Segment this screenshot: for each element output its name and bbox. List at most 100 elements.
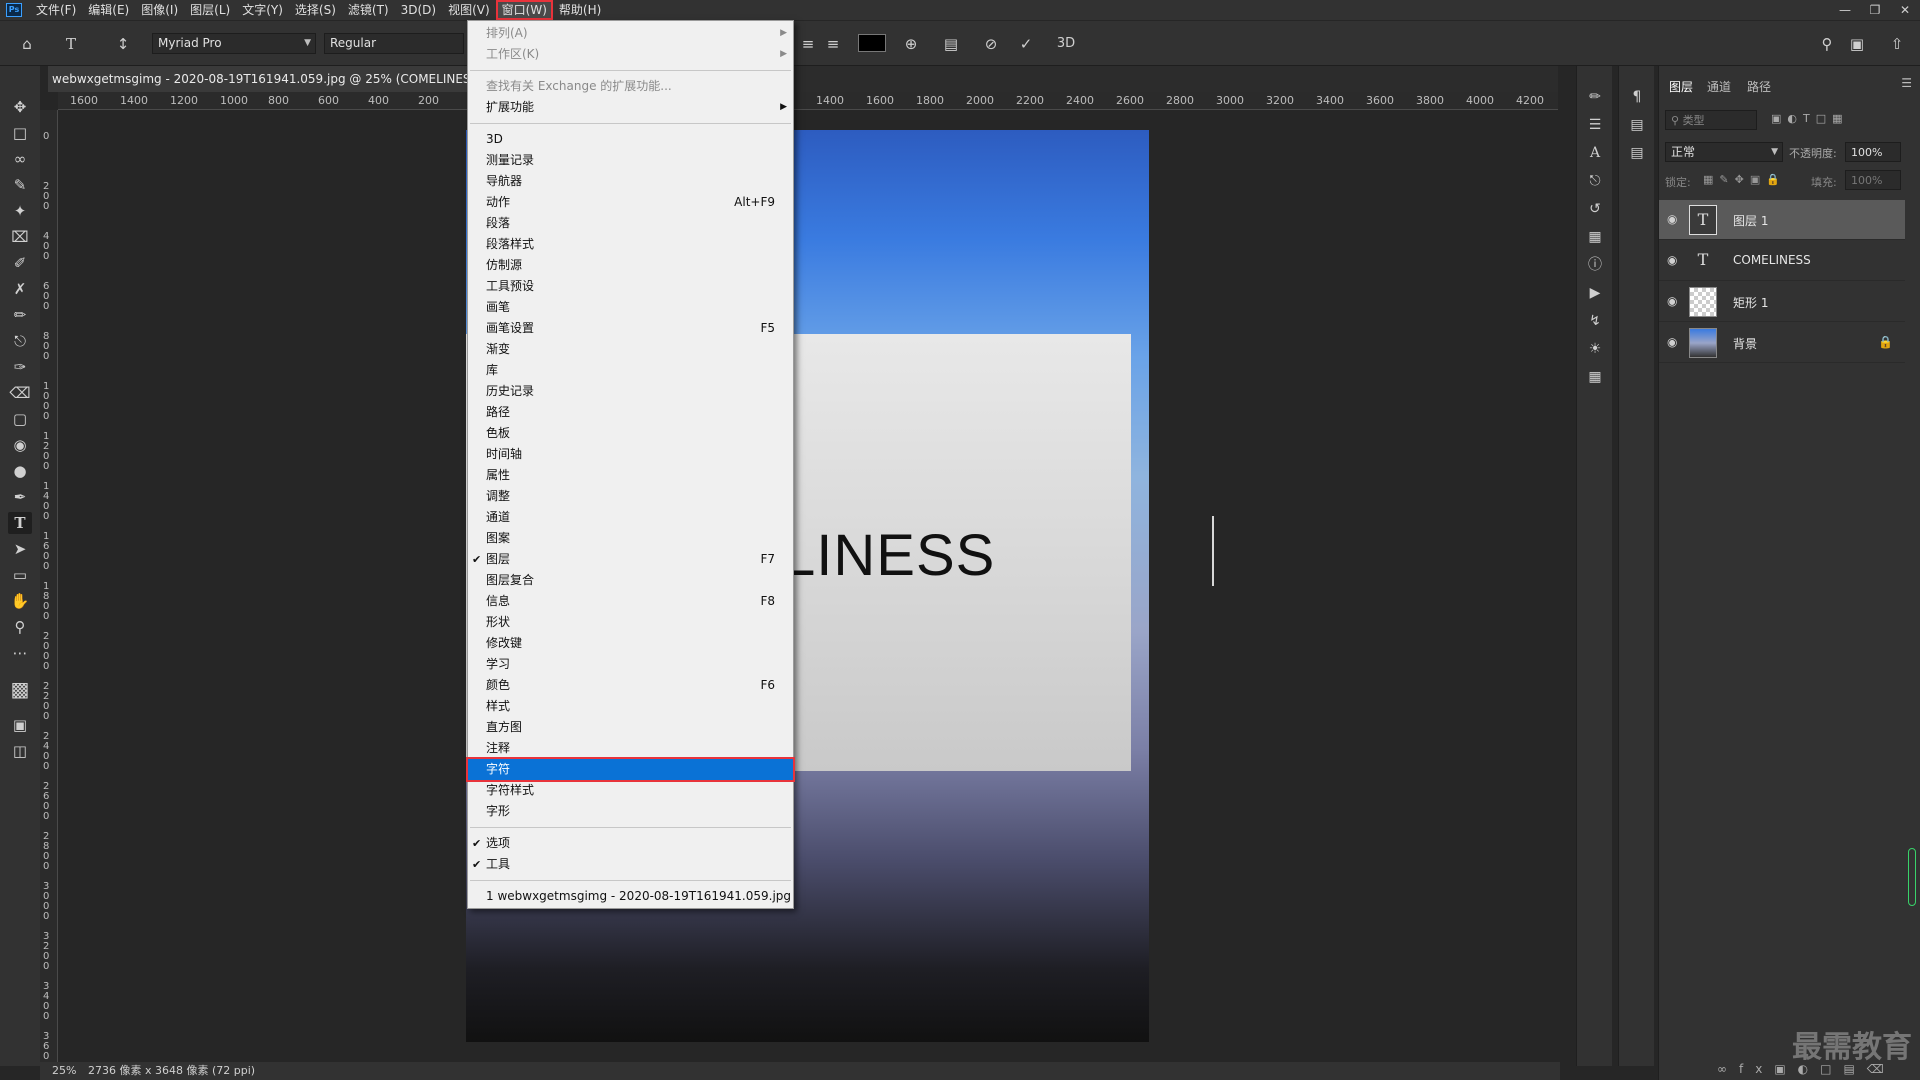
quick-select-tool-icon[interactable]: ✎: [8, 174, 32, 196]
layer-row[interactable]: ◉ 背景 🔒: [1659, 323, 1905, 363]
home-icon[interactable]: ⌂: [16, 33, 38, 55]
clone-source-icon[interactable]: ⎋: [1584, 170, 1606, 192]
menu-item[interactable]: 1 webwxgetmsgimg - 2020-08-19T161941.059…: [468, 886, 793, 907]
notes-icon[interactable]: ▤: [1626, 142, 1648, 164]
menu-item[interactable]: 属性: [468, 465, 793, 486]
opacity-input[interactable]: 100%: [1845, 142, 1901, 162]
blend-mode-select[interactable]: 正常 ▼: [1665, 142, 1783, 162]
paths-icon[interactable]: ↯: [1584, 310, 1606, 332]
lasso-tool-icon[interactable]: ∞: [8, 148, 32, 170]
menu-item[interactable]: 段落样式: [468, 234, 793, 255]
eye-icon[interactable]: ◉: [1667, 294, 1677, 308]
canvas-text[interactable]: LINESS: [783, 522, 995, 589]
info-icon[interactable]: ⓘ: [1584, 254, 1606, 276]
quick-mask-icon[interactable]: ▣: [8, 714, 32, 736]
menu-item[interactable]: 工作区(K) ▶: [468, 44, 793, 65]
menu-item[interactable]: 库: [468, 360, 793, 381]
font-style-select[interactable]: Regular: [324, 33, 464, 54]
menu-item[interactable]: 测量记录: [468, 150, 793, 171]
type-tool-icon[interactable]: T: [60, 33, 82, 55]
zoom-tool-icon[interactable]: ⚲: [8, 616, 32, 638]
frame-tool-icon[interactable]: ⌧: [8, 226, 32, 248]
zoom-level[interactable]: 25%: [52, 1062, 76, 1080]
layer-row[interactable]: ◉ 矩形 1: [1659, 282, 1905, 322]
magic-wand-icon[interactable]: ✦: [8, 200, 32, 222]
menu-edit[interactable]: 编辑(E): [82, 0, 135, 20]
menu-image[interactable]: 图像(I): [135, 0, 184, 20]
screen-mode-icon[interactable]: ◫: [8, 740, 32, 762]
color-swatches-icon[interactable]: ▩: [8, 678, 32, 700]
menu-file[interactable]: 文件(F): [30, 0, 82, 20]
brush-settings-icon[interactable]: ✏: [1584, 86, 1606, 108]
rectangle-tool-icon[interactable]: ▭: [8, 564, 32, 586]
menu-item[interactable]: ✔ 选项: [468, 833, 793, 854]
eyedropper-tool-icon[interactable]: ✐: [8, 252, 32, 274]
close-icon[interactable]: ✕: [1890, 0, 1920, 20]
swatches-icon[interactable]: ▦: [1584, 226, 1606, 248]
menu-item[interactable]: 颜色 F6: [468, 675, 793, 696]
menu-item[interactable]: 段落: [468, 213, 793, 234]
document-tab[interactable]: webwxgetmsgimg - 2020-08-19T161941.059.j…: [48, 66, 468, 92]
blur-tool-icon[interactable]: ◉: [8, 434, 32, 456]
text-orientation-icon[interactable]: ↕: [112, 33, 134, 55]
layer-row[interactable]: ◉ T 图层 1: [1659, 200, 1905, 240]
adjustments-icon[interactable]: ☰: [1584, 114, 1606, 136]
menu-item[interactable]: 画笔: [468, 297, 793, 318]
character-icon[interactable]: A: [1584, 142, 1606, 164]
eye-icon[interactable]: ◉: [1667, 212, 1677, 226]
menu-help[interactable]: 帮助(H): [553, 0, 607, 20]
menu-item[interactable]: 直方图: [468, 717, 793, 738]
font-family-select[interactable]: Myriad Pro ▼: [152, 33, 316, 54]
marquee-tool-icon[interactable]: □: [8, 122, 32, 144]
menu-3d[interactable]: 3D(D): [395, 0, 442, 20]
align-right-icon[interactable]: ≡: [822, 33, 844, 55]
menu-item[interactable]: 画笔设置 F5: [468, 318, 793, 339]
menu-item[interactable]: 调整: [468, 486, 793, 507]
menu-filter[interactable]: 滤镜(T): [342, 0, 395, 20]
tab-paths[interactable]: 路径: [1747, 78, 1771, 95]
character-panel-icon[interactable]: ▤: [940, 33, 962, 55]
align-center-icon[interactable]: ≡: [797, 33, 819, 55]
menu-item[interactable]: 渐变: [468, 339, 793, 360]
menu-item[interactable]: 色板: [468, 423, 793, 444]
menu-item[interactable]: 形状: [468, 612, 793, 633]
restore-icon[interactable]: ❐: [1860, 0, 1890, 20]
filter-icons[interactable]: ▣◐T□▦: [1771, 112, 1849, 125]
menu-item[interactable]: 修改键: [468, 633, 793, 654]
menu-layer[interactable]: 图层(L): [184, 0, 236, 20]
paragraph-icon[interactable]: ¶: [1626, 86, 1648, 108]
menu-view[interactable]: 视图(V): [442, 0, 496, 20]
menu-item[interactable]: 字形: [468, 801, 793, 822]
actions-icon[interactable]: ▶: [1584, 282, 1606, 304]
menu-item[interactable]: 图层复合: [468, 570, 793, 591]
menu-item[interactable]: 扩展功能 ▶: [468, 97, 793, 118]
menu-item[interactable]: 查找有关 Exchange 的扩展功能...: [468, 76, 793, 97]
type-tool-icon[interactable]: T: [8, 512, 32, 534]
eraser-tool-icon[interactable]: ⌫: [8, 382, 32, 404]
eye-icon[interactable]: ◉: [1667, 253, 1677, 267]
dodge-tool-icon[interactable]: ●: [8, 460, 32, 482]
menu-item[interactable]: 图案: [468, 528, 793, 549]
commit-icon[interactable]: ✓: [1015, 33, 1037, 55]
workspace-icon[interactable]: ▣: [1846, 33, 1868, 55]
menu-item[interactable]: ✔ 工具: [468, 854, 793, 875]
menu-item[interactable]: 仿制源: [468, 255, 793, 276]
scrollbar[interactable]: [1908, 848, 1916, 906]
layer-filter[interactable]: ⚲ 类型: [1665, 110, 1757, 130]
path-select-icon[interactable]: ➤: [8, 538, 32, 560]
pen-tool-icon[interactable]: ✒: [8, 486, 32, 508]
layer-row[interactable]: ◉ T COMELINESS: [1659, 241, 1905, 281]
menu-select[interactable]: 选择(S): [289, 0, 342, 20]
menu-item[interactable]: 信息 F8: [468, 591, 793, 612]
menu-item[interactable]: 排列(A) ▶: [468, 23, 793, 44]
fill-input[interactable]: 100%: [1845, 170, 1901, 190]
menu-item[interactable]: 3D: [468, 129, 793, 150]
panel-menu-icon[interactable]: ☰: [1901, 76, 1912, 90]
gradient-tool-icon[interactable]: ▢: [8, 408, 32, 430]
menu-item[interactable]: 字符样式: [468, 780, 793, 801]
history-brush-icon[interactable]: ✑: [8, 356, 32, 378]
lock-icons[interactable]: ▦✎✥▣🔒: [1703, 173, 1786, 186]
menu-type[interactable]: 文字(Y): [236, 0, 289, 20]
eye-icon[interactable]: ◉: [1667, 335, 1677, 349]
tab-layers[interactable]: 图层: [1669, 78, 1693, 95]
